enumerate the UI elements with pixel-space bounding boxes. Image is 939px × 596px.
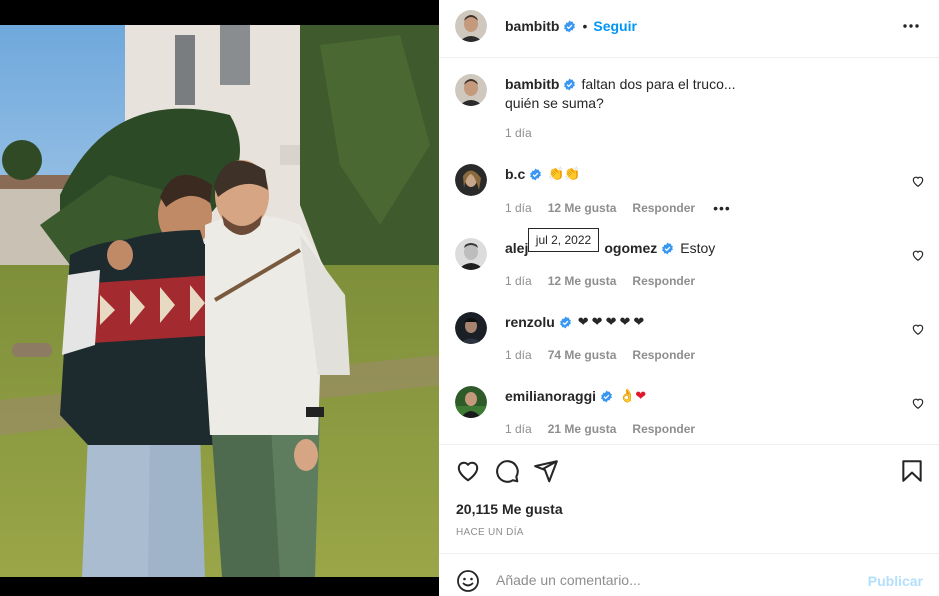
comment-likes[interactable]: 74 Me gusta xyxy=(548,348,617,362)
publish-button[interactable]: Publicar xyxy=(868,573,923,589)
comment-icon[interactable] xyxy=(494,458,520,484)
reply-button[interactable]: Responder xyxy=(632,422,695,436)
comment-avatar[interactable] xyxy=(455,386,487,418)
author-username[interactable]: bambitb xyxy=(505,18,559,34)
caption-line-1: faltan dos para el truco... xyxy=(581,76,736,92)
caption-username[interactable]: bambitb xyxy=(505,75,559,94)
comment-heart-icon[interactable] xyxy=(911,396,925,410)
comment-text: Estoy xyxy=(680,240,716,256)
reply-button[interactable]: Responder xyxy=(632,348,695,362)
comment-avatar[interactable] xyxy=(455,164,487,196)
heart-icon[interactable] xyxy=(455,458,481,484)
comment-text: ❤❤❤❤❤ xyxy=(577,314,648,330)
comment-more-button[interactable]: ••• xyxy=(713,200,731,216)
comment-item: b.c 👏👏 1 día 12 Me gusta Responder ••• xyxy=(439,162,939,232)
post-panel: bambitb • Seguir bambitb faltan dos para… xyxy=(439,0,939,596)
comment-avatar[interactable] xyxy=(455,238,487,270)
comment-avatar[interactable] xyxy=(455,312,487,344)
comment-composer: Publicar xyxy=(439,553,939,596)
comment-text-emoji: 👌 xyxy=(619,388,636,404)
verified-badge-icon xyxy=(563,20,576,33)
follow-button[interactable]: Seguir xyxy=(593,18,637,34)
header-divider xyxy=(439,57,939,58)
dot-separator: • xyxy=(582,18,588,34)
comments-divider xyxy=(439,444,939,445)
comment-item: alej ogomez Estoy 1 día 12 Me gusta Resp… xyxy=(439,236,939,306)
more-options-icon[interactable] xyxy=(901,16,921,36)
comment-heart-icon[interactable] xyxy=(911,174,925,188)
comment-text-heart: ❤ xyxy=(635,388,647,404)
comment-username-end[interactable]: ogomez xyxy=(604,240,657,256)
post-header: bambitb • Seguir xyxy=(505,17,637,35)
comment-text: 👏👏 xyxy=(548,166,581,182)
action-bar xyxy=(453,458,927,484)
comment-username[interactable]: b.c xyxy=(505,166,525,182)
post-photo[interactable] xyxy=(0,25,439,577)
verified-badge-icon xyxy=(559,316,572,329)
comment-time[interactable]: 1 día xyxy=(505,348,532,362)
comment-likes[interactable]: 21 Me gusta xyxy=(548,422,617,436)
comment-likes[interactable]: 12 Me gusta xyxy=(548,274,617,288)
comment-meta: 1 día 74 Me gusta Responder xyxy=(505,348,695,362)
comment-heart-icon[interactable] xyxy=(911,248,925,262)
verified-badge-icon xyxy=(529,168,542,181)
verified-badge-icon xyxy=(661,242,674,255)
reply-button[interactable]: Responder xyxy=(632,201,695,215)
post-photo-illustration xyxy=(0,25,439,577)
comment-username[interactable]: renzolu xyxy=(505,314,555,330)
post-media-pane xyxy=(0,0,439,596)
share-icon[interactable] xyxy=(533,458,559,484)
comment-time[interactable]: 1 día xyxy=(505,274,532,288)
comment-meta: 1 día 21 Me gusta Responder xyxy=(505,422,695,436)
comment-line: emilianoraggi 👌 ❤ xyxy=(505,388,646,404)
comment-time[interactable]: 1 día xyxy=(505,422,532,436)
post-caption: bambitb faltan dos para el truco... quié… xyxy=(505,75,905,113)
caption-avatar[interactable] xyxy=(455,74,487,106)
post-age[interactable]: HACE UN DÍA xyxy=(456,527,524,538)
comment-input[interactable] xyxy=(496,568,856,592)
caption-line-2: quién se suma? xyxy=(505,95,604,111)
comment-likes[interactable]: 12 Me gusta xyxy=(548,201,617,215)
comment-meta: 1 día 12 Me gusta Responder ••• xyxy=(505,200,731,216)
comment-item: renzolu ❤❤❤❤❤ 1 día 74 Me gusta Responde… xyxy=(439,310,939,380)
comment-meta: 1 día 12 Me gusta Responder xyxy=(505,274,695,288)
comment-time[interactable]: 1 día xyxy=(505,201,532,215)
comment-line: b.c 👏👏 xyxy=(505,166,581,182)
comment-username-start[interactable]: alej xyxy=(505,240,528,256)
caption-time[interactable]: 1 día xyxy=(505,126,532,140)
comment-username[interactable]: emilianoraggi xyxy=(505,388,596,404)
bookmark-icon[interactable] xyxy=(899,458,925,484)
verified-badge-icon xyxy=(563,78,576,91)
author-avatar[interactable] xyxy=(455,10,487,42)
comment-heart-icon[interactable] xyxy=(911,322,925,336)
comment-line: renzolu ❤❤❤❤❤ xyxy=(505,314,647,330)
reply-button[interactable]: Responder xyxy=(632,274,695,288)
likes-count[interactable]: 20,115 Me gusta xyxy=(456,501,563,517)
verified-badge-icon xyxy=(600,390,613,403)
emoji-icon[interactable] xyxy=(456,569,480,593)
date-tooltip: jul 2, 2022 xyxy=(528,228,599,252)
